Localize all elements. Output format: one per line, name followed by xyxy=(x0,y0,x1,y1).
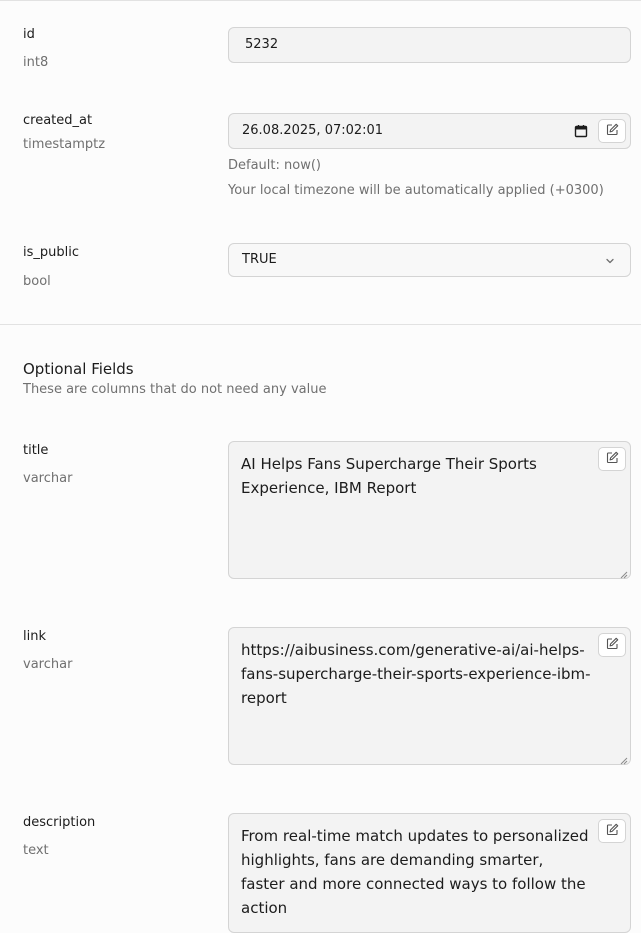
field-label-description: description xyxy=(23,815,96,830)
field-label-id: id xyxy=(23,27,35,42)
field-type-title: varchar xyxy=(23,471,73,486)
created-at-value: 26.08.2025, 07:02:01 xyxy=(242,123,384,138)
resize-handle-icon[interactable] xyxy=(620,754,628,765)
edit-icon xyxy=(606,637,619,654)
edit-icon xyxy=(606,451,619,468)
id-value: 5232 xyxy=(245,37,279,52)
field-type-created-at: timestamptz xyxy=(23,137,106,152)
link-textarea[interactable]: https://aibusiness.com/generative-ai/ai-… xyxy=(228,627,631,765)
chevron-down-icon xyxy=(604,255,616,271)
is-public-value: TRUE xyxy=(242,252,277,267)
field-type-id: int8 xyxy=(23,55,49,70)
default-hint: Default: now() xyxy=(228,158,321,173)
title-textarea[interactable]: AI Helps Fans Supercharge Their Sports E… xyxy=(228,441,631,579)
optional-fields-title: Optional Fields xyxy=(23,360,134,378)
calendar-icon[interactable] xyxy=(574,124,588,142)
optional-fields-subtitle: These are columns that do not need any v… xyxy=(23,382,327,397)
field-type-link: varchar xyxy=(23,657,73,672)
field-label-is-public: is_public xyxy=(23,245,79,260)
title-value: AI Helps Fans Supercharge Their Sports E… xyxy=(241,455,537,497)
created-at-input[interactable]: 26.08.2025, 07:02:01 xyxy=(228,113,631,149)
link-value: https://aibusiness.com/generative-ai/ai-… xyxy=(241,641,591,707)
field-label-title: title xyxy=(23,443,49,458)
description-edit-button[interactable] xyxy=(598,819,626,843)
created-at-edit-button[interactable] xyxy=(598,119,626,143)
timezone-hint: Your local timezone will be automaticall… xyxy=(228,183,604,198)
description-value: From real-time match updates to personal… xyxy=(241,827,589,917)
field-type-description: text xyxy=(23,843,49,858)
title-edit-button[interactable] xyxy=(598,447,626,471)
edit-icon xyxy=(606,823,619,840)
description-textarea[interactable]: From real-time match updates to personal… xyxy=(228,813,631,933)
id-input[interactable]: 5232 xyxy=(228,27,631,63)
edit-icon xyxy=(606,123,619,140)
field-label-link: link xyxy=(23,629,46,644)
resize-handle-icon[interactable] xyxy=(620,568,628,579)
is-public-select[interactable]: TRUE xyxy=(228,243,631,277)
section-divider xyxy=(0,324,641,325)
top-divider xyxy=(0,0,641,1)
link-edit-button[interactable] xyxy=(598,633,626,657)
field-type-is-public: bool xyxy=(23,274,51,289)
field-label-created-at: created_at xyxy=(23,113,93,128)
